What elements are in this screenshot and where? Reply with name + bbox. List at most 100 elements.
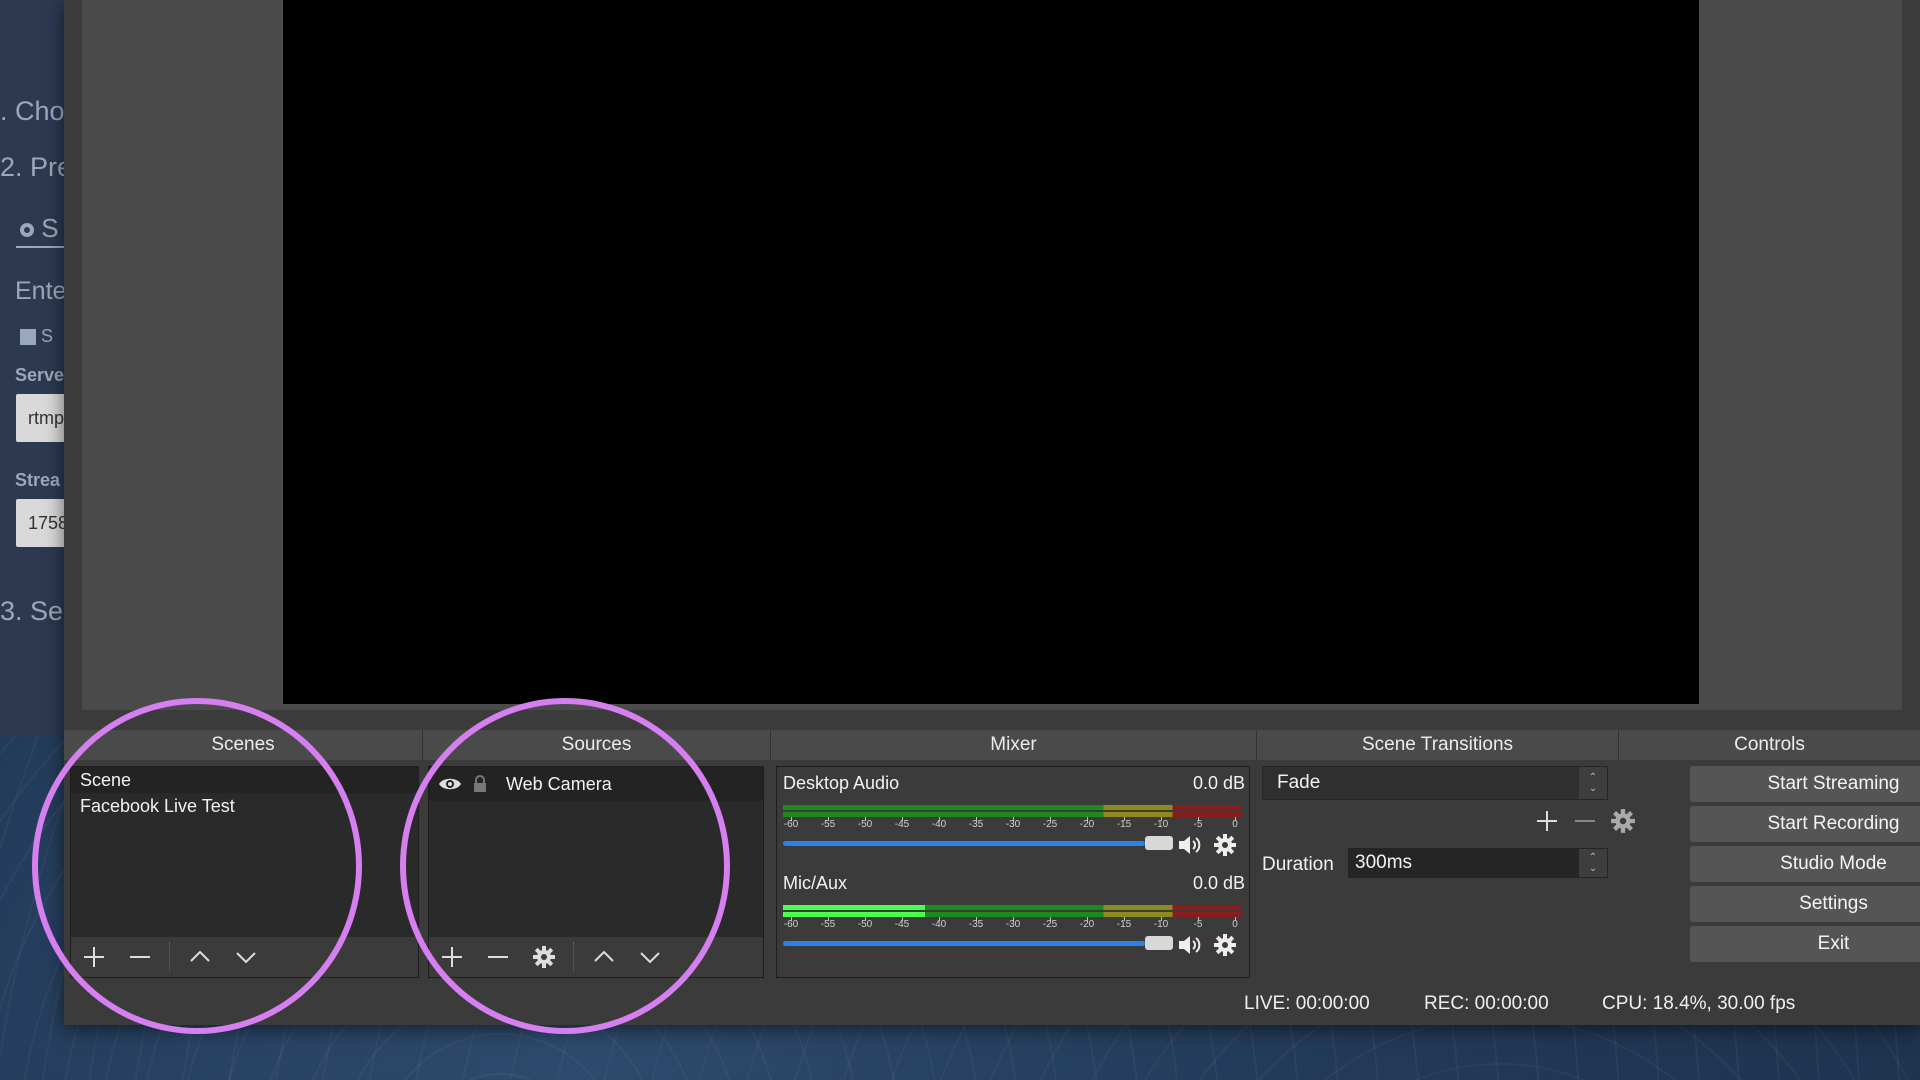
plus-icon — [442, 947, 462, 967]
bg-server-input: rtmp — [16, 394, 64, 442]
remove-scene-button[interactable] — [117, 937, 163, 977]
volume-slider-handle[interactable] — [1145, 836, 1173, 850]
cpu-status: CPU: 18.4%, 30.00 fps — [1602, 993, 1796, 1014]
meter-scale-label: -25 — [1042, 919, 1058, 930]
channel-db: 0.0 dB — [1192, 773, 1245, 793]
scene-item[interactable]: Scene — [71, 767, 418, 793]
background-webpage: . Cho 2. Pre S Ente S Serve rtmp Strea 1… — [0, 0, 64, 735]
select-arrows-icon: ⌃ ⌄ — [1579, 767, 1607, 799]
meter-bar — [783, 805, 1241, 810]
settings-button[interactable]: Settings — [1690, 886, 1920, 922]
rec-status: REC: 00:00:00 — [1424, 993, 1549, 1014]
scenes-list: Scene Facebook Live Test — [71, 767, 418, 819]
source-item[interactable]: Web Camera — [429, 767, 763, 801]
volume-slider-track[interactable] — [783, 941, 1145, 946]
meter-scale-label: -20 — [1079, 819, 1095, 830]
bg-step-2: 2. Pre — [0, 152, 64, 182]
scenes-toolbar — [71, 937, 418, 977]
gear-icon — [1214, 934, 1236, 956]
gear-icon — [1611, 809, 1635, 833]
meter-scale-label: -5 — [1193, 819, 1203, 830]
move-source-down-button[interactable] — [627, 937, 673, 977]
chevron-down-icon — [236, 952, 256, 964]
meter-level — [783, 905, 925, 910]
channel-name: Mic/Aux — [783, 873, 848, 893]
channel-db: 0.0 dB — [1192, 873, 1245, 893]
bg-server-label: Serve — [15, 365, 64, 385]
remove-source-button[interactable] — [475, 937, 521, 977]
minus-icon — [130, 956, 150, 958]
add-transition-button[interactable] — [1534, 808, 1560, 839]
meter-scale-label: -40 — [931, 819, 947, 830]
add-scene-button[interactable] — [71, 937, 117, 977]
toolbar-separator — [573, 942, 575, 972]
chevron-up-icon — [190, 950, 210, 962]
bg-divider — [16, 246, 64, 248]
obs-window: Scenes Sources Mixer Scene Transitions C… — [64, 0, 1920, 1025]
meter-scale-label: -10 — [1153, 919, 1169, 930]
scene-item[interactable]: Facebook Live Test — [71, 793, 418, 819]
audio-meter: -60 -55 -50 -45 -40 -35 -30 -25 -20 -15 -10 -5 0 — [783, 805, 1241, 830]
mixer-header: Mixer — [770, 730, 1256, 760]
meter-scale-label: -40 — [931, 919, 947, 930]
bg-stream-input: 1758 — [16, 499, 64, 547]
gear-icon — [533, 946, 555, 968]
channel-settings-button[interactable] — [1211, 831, 1239, 859]
move-scene-up-button[interactable] — [177, 937, 223, 977]
start-recording-button[interactable]: Start Recording — [1690, 806, 1920, 842]
mixer-channel-desktop: Desktop Audio 0.0 dB -60 -55 -50 -45 -40 -35-… — [783, 773, 1245, 869]
chevron-up-icon — [594, 950, 614, 962]
remove-transition-button[interactable] — [1572, 808, 1598, 839]
eye-icon[interactable] — [438, 776, 464, 792]
chevron-down-icon — [640, 952, 660, 964]
start-streaming-button[interactable]: Start Streaming — [1690, 766, 1920, 802]
meter-scale-label: -25 — [1042, 819, 1058, 830]
move-source-up-button[interactable] — [581, 937, 627, 977]
meter-scale-label: -5 — [1193, 919, 1203, 930]
preview-canvas[interactable] — [283, 0, 1699, 704]
mute-button[interactable] — [1177, 831, 1205, 859]
gear-icon — [1214, 834, 1236, 856]
source-label: Web Camera — [506, 774, 612, 794]
channel-settings-button[interactable] — [1211, 931, 1239, 959]
transitions-panel: Fade ⌃ ⌄ Duration 300ms ⌃ ⌄ — [1262, 766, 1635, 978]
channel-name: Desktop Audio — [783, 773, 900, 793]
meter-scale-label: -45 — [894, 819, 910, 830]
plus-icon — [84, 947, 104, 967]
meter-scale-label: -10 — [1153, 819, 1169, 830]
speaker-icon — [1179, 836, 1201, 854]
transition-properties-button[interactable] — [1610, 808, 1636, 839]
bg-enter-label: Ente — [15, 277, 64, 305]
bg-step-1: . Cho — [0, 96, 64, 126]
meter-scale-label: -20 — [1079, 919, 1095, 930]
sources-header: Sources — [422, 730, 770, 760]
exit-button[interactable]: Exit — [1690, 926, 1920, 962]
bg-checkbox-row: S — [20, 326, 53, 347]
meter-scale-label: -60 — [783, 919, 799, 930]
source-properties-button[interactable] — [521, 937, 567, 977]
duration-input[interactable]: 300ms ⌃ ⌄ — [1348, 848, 1608, 878]
preview-area — [82, 0, 1902, 710]
meter-scale-label: -55 — [820, 919, 836, 930]
meter-scale-label: 0 — [1232, 819, 1238, 830]
transition-select[interactable]: Fade ⌃ ⌄ — [1262, 766, 1608, 800]
move-scene-down-button[interactable] — [223, 937, 269, 977]
checkbox-icon — [20, 329, 36, 346]
sources-panel: Web Camera — [428, 766, 764, 978]
radio-icon — [20, 223, 34, 238]
duration-label: Duration — [1262, 854, 1334, 875]
volume-slider-track[interactable] — [783, 841, 1145, 846]
volume-slider-handle[interactable] — [1145, 936, 1173, 950]
bg-step-3: 3. Sel — [0, 596, 64, 626]
studio-mode-button[interactable]: Studio Mode — [1690, 846, 1920, 882]
audio-meter: -60 -55 -50 -45 -40 -35 -30 -25 -20 -15 -10 -5 0 — [783, 905, 1241, 930]
duration-spinner[interactable]: ⌃ ⌄ — [1579, 849, 1607, 877]
mute-button[interactable] — [1177, 931, 1205, 959]
duration-value: 300ms — [1355, 852, 1413, 873]
add-source-button[interactable] — [429, 937, 475, 977]
meter-bar — [783, 812, 1241, 817]
meter-scale-label: -55 — [820, 819, 836, 830]
live-status: LIVE: 00:00:00 — [1244, 993, 1370, 1014]
transitions-header: Scene Transitions — [1256, 730, 1618, 760]
lock-icon[interactable] — [472, 775, 492, 793]
